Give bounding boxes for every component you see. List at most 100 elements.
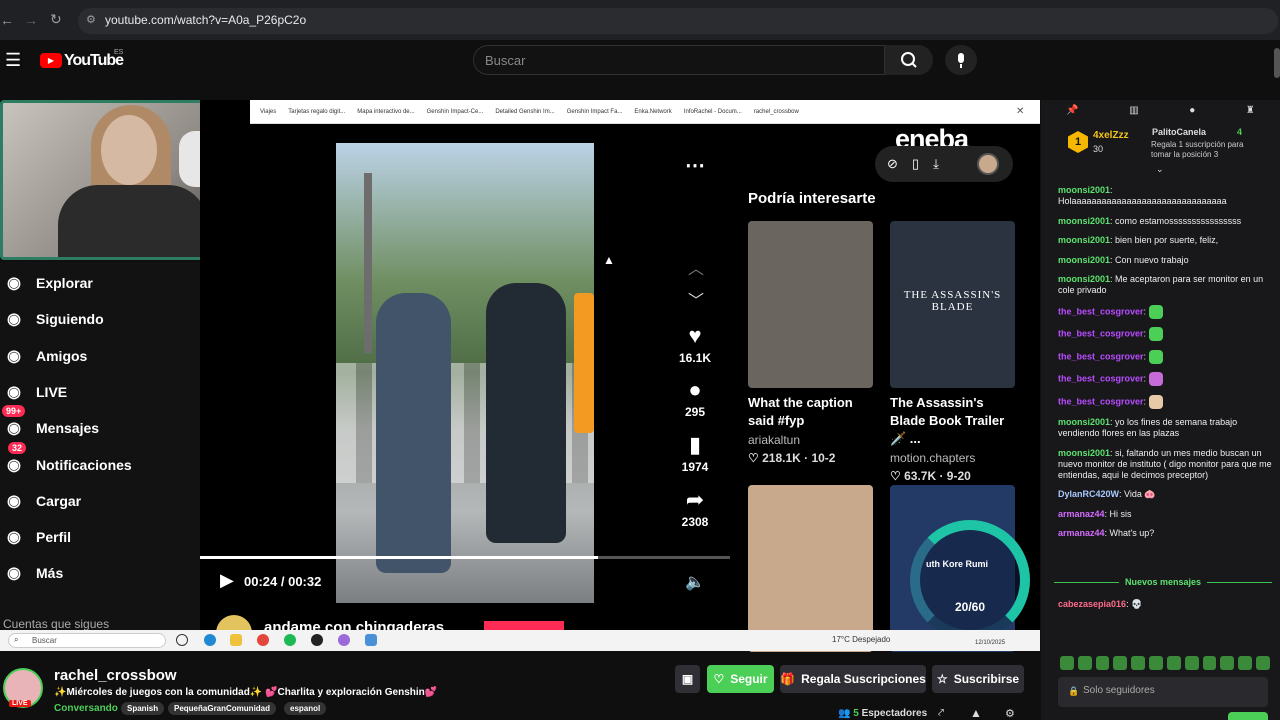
obs-icon[interactable]	[311, 634, 323, 646]
volume-icon[interactable]: 🔈	[685, 572, 705, 592]
close-icon[interactable]: ✕	[1016, 106, 1024, 117]
chat-username[interactable]: armanaz44	[1058, 528, 1105, 538]
chat-username[interactable]: the_best_cosgrover	[1058, 396, 1144, 406]
recommendation-card[interactable]: What the caption said #fyp ariakaltun ♡ 21…	[748, 221, 873, 465]
task-view-icon[interactable]	[176, 634, 188, 646]
bookmark-item[interactable]: rachel_crossbow	[754, 109, 799, 115]
tag[interactable]: PequeñaGranComunidad	[168, 702, 277, 715]
chat-username[interactable]: armanaz44	[1058, 509, 1105, 519]
search-box[interactable]	[473, 45, 885, 75]
download-icon[interactable]: ⤓	[933, 156, 939, 172]
search-input[interactable]: Buscar	[485, 53, 525, 68]
folder-icon[interactable]	[230, 634, 242, 646]
chat-input[interactable]: Solo seguidores	[1058, 677, 1268, 707]
card-title[interactable]: What the caption said #fyp	[748, 394, 873, 430]
bookmark-item[interactable]: Tarjetas regalo digit...	[288, 109, 345, 115]
reload-icon[interactable]: ↻	[50, 11, 62, 28]
nav-item-más[interactable]: ◉ Más	[4, 558, 194, 588]
scrollbar[interactable]	[1274, 48, 1280, 78]
app-icon[interactable]	[338, 634, 350, 646]
chat-username[interactable]: moonsi2001	[1058, 417, 1110, 427]
like-button[interactable]: ♥ 16.1K	[675, 323, 715, 365]
avatar[interactable]	[977, 153, 999, 175]
chat-username[interactable]: the_best_cosgrover	[1058, 328, 1144, 338]
nav-item-live[interactable]: ◉ LIVE	[4, 377, 194, 407]
chrome-icon[interactable]	[257, 634, 269, 646]
chat-username[interactable]: moonsi2001	[1058, 448, 1110, 458]
chevron-down-icon[interactable]: ﹀	[688, 287, 704, 311]
share-button[interactable]: ➦ 2308	[675, 487, 715, 529]
play-icon[interactable]: ▶	[220, 570, 234, 591]
trash-icon[interactable]: ▥	[1129, 105, 1138, 116]
save-button[interactable]: ▮ 1974	[675, 432, 715, 474]
chat-username[interactable]: moonsi2001	[1058, 216, 1110, 226]
chevron-down-icon[interactable]: ⌄	[1156, 164, 1164, 175]
nav-item-cargar[interactable]: ◉ Cargar	[4, 486, 194, 516]
tag[interactable]: Spanish	[121, 702, 165, 715]
phone-icon[interactable]: ▯	[912, 156, 919, 172]
new-messages-divider[interactable]: Nuevos mensajes	[1054, 577, 1273, 587]
bookmark-item[interactable]: Genshin Impact-Ce...	[427, 109, 484, 115]
share-icon[interactable]: ⤤	[938, 707, 944, 720]
chat-send-button[interactable]	[1228, 712, 1268, 720]
chevron-up-icon[interactable]: ︿	[688, 255, 704, 279]
site-info-icon[interactable]: ⚙	[86, 13, 96, 26]
search-button[interactable]	[885, 45, 933, 75]
video-thumbnail[interactable]	[748, 485, 873, 652]
comment-button[interactable]: ● 295	[675, 377, 715, 419]
chat-username[interactable]: DylanRC420W	[1058, 489, 1119, 499]
chat-username[interactable]: moonsi2001	[1058, 185, 1110, 195]
back-icon[interactable]: ←	[0, 12, 14, 28]
forward-icon[interactable]: →	[24, 12, 38, 28]
compass-icon[interactable]: ⊘	[887, 156, 898, 172]
bookmark-item[interactable]: Genshin Impact Fa...	[567, 109, 623, 115]
subscribe-button[interactable]: ☆ Suscribirse	[932, 665, 1024, 693]
emote-bar[interactable]	[1060, 656, 1270, 672]
nav-item-mensajes[interactable]: ◉ Mensajes	[4, 413, 194, 443]
nav-item-siguiendo[interactable]: ◉ Siguiendo	[4, 304, 194, 334]
tag[interactable]: espanol	[284, 702, 327, 715]
spotify-icon[interactable]	[284, 634, 296, 646]
edge-icon[interactable]	[204, 634, 216, 646]
chat-username[interactable]: moonsi2001	[1058, 274, 1110, 284]
menu-icon[interactable]: ☰	[5, 50, 21, 71]
chat-username[interactable]: moonsi2001	[1058, 235, 1110, 245]
video-thumbnail[interactable]	[748, 221, 873, 388]
nav-item-amigos[interactable]: ◉ Amigos	[4, 341, 194, 371]
bookmark-button[interactable]: ▣	[675, 665, 700, 693]
nav-item-notificaciones[interactable]: ◉ Notificaciones	[4, 450, 194, 480]
bookmark-item[interactable]: Viajes	[260, 109, 276, 115]
gift-subs-button[interactable]: 🎁 Regala Suscripciones	[780, 665, 926, 693]
stream-category[interactable]: Conversando	[54, 703, 118, 714]
nav-item-explorar[interactable]: ◉ Explorar	[4, 268, 194, 298]
leaderboard-name[interactable]: 4xelZzz	[1093, 130, 1129, 141]
bookmark-item[interactable]: Mapa interactivo de...	[357, 109, 414, 115]
voice-search-button[interactable]	[945, 45, 977, 75]
settings-icon[interactable]: ⚙	[1005, 707, 1015, 720]
card-author[interactable]: motion.chapters	[890, 451, 1015, 465]
chat-username[interactable]: the_best_cosgrover	[1058, 351, 1144, 361]
youtube-logo-icon[interactable]: ▶	[40, 53, 62, 68]
video-player[interactable]	[336, 143, 594, 603]
bookmark-item[interactable]: Detailed Genshin Im...	[495, 109, 554, 115]
more-options-icon[interactable]: ⋯	[685, 153, 705, 178]
bookmark-item[interactable]: Enka.Network	[634, 109, 671, 115]
taskbar-search-input[interactable]: Buscar	[32, 636, 57, 645]
pin-icon[interactable]: 📌	[1066, 105, 1078, 116]
card-title[interactable]: The Assassin's Blade Book Trailer 🗡️ ...	[890, 394, 1015, 448]
taskbar-date[interactable]: 12/10/2025	[975, 640, 1005, 646]
recommendation-card[interactable]: THE ASSASSIN'S BLADE The Assassin's Blade…	[890, 221, 1015, 483]
follow-button[interactable]: ♡ Seguir	[707, 665, 774, 693]
chat-bubble-icon[interactable]: ●	[1189, 105, 1195, 116]
nav-item-perfil[interactable]: ◉ Perfil	[4, 522, 194, 552]
url-text[interactable]: youtube.com/watch?v=A0a_P26pC2o	[105, 13, 306, 27]
warning-icon[interactable]: ▲	[970, 706, 982, 720]
chat-username[interactable]: the_best_cosgrover	[1058, 306, 1144, 316]
video-thumbnail[interactable]: THE ASSASSIN'S BLADE	[890, 221, 1015, 388]
leaderboard-slot-name[interactable]: PalitoCanela	[1152, 127, 1206, 137]
app-icon[interactable]	[365, 634, 377, 646]
weather-widget[interactable]: 17°C Despejado	[832, 635, 890, 644]
card-author[interactable]: ariakaltun	[748, 433, 873, 447]
trophy-icon[interactable]: ♜	[1246, 105, 1255, 116]
bookmark-item[interactable]: InfoRachel - Docum...	[684, 109, 742, 115]
